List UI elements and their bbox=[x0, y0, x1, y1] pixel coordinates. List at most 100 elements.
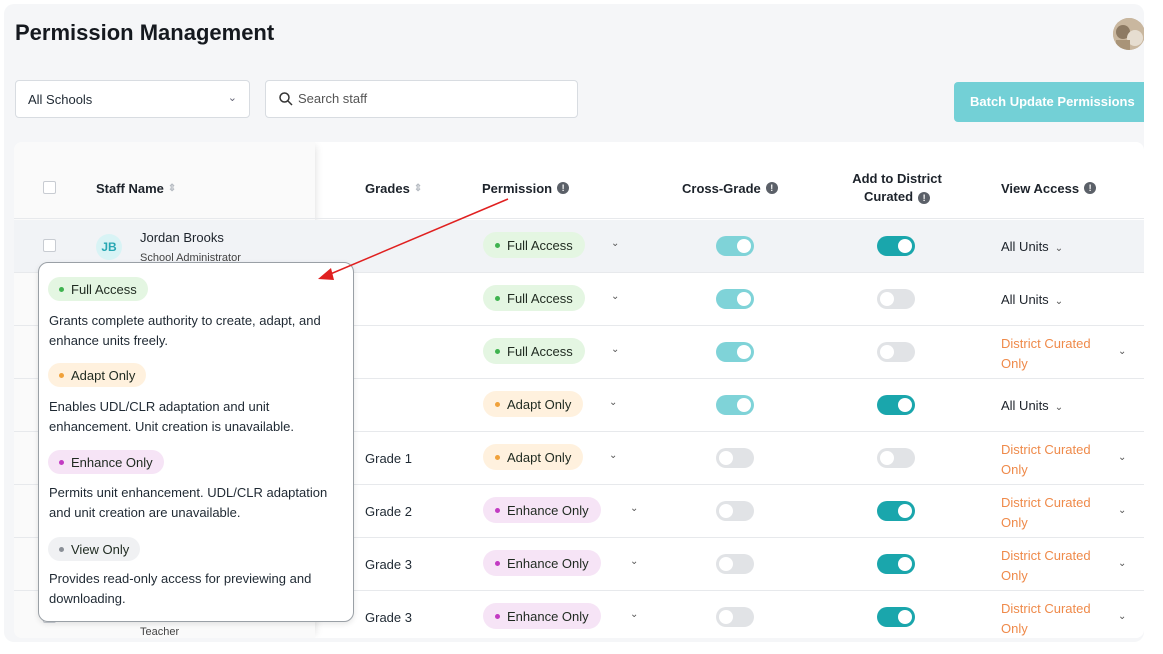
chevron-down-icon: ⌄ bbox=[1054, 402, 1064, 413]
grade-value: Grade 3 bbox=[365, 610, 412, 625]
info-icon[interactable]: ! bbox=[557, 182, 570, 194]
toggle-knob bbox=[719, 557, 733, 571]
cross-grade-toggle[interactable] bbox=[716, 236, 754, 256]
district-curated-toggle[interactable] bbox=[877, 448, 915, 468]
permission-select[interactable]: Adapt Only bbox=[483, 391, 584, 417]
cross-grade-toggle[interactable] bbox=[716, 607, 754, 627]
chevron-down-icon[interactable]: ⌄ bbox=[1118, 346, 1126, 357]
toggle-knob bbox=[898, 504, 912, 518]
popover-pill-full-access: Full Access bbox=[48, 277, 148, 301]
toggle-knob bbox=[880, 345, 894, 359]
avatar[interactable] bbox=[1113, 18, 1144, 50]
view-access-select[interactable]: All Units ⌄ bbox=[1001, 239, 1063, 254]
chevron-down-icon: ⌄ bbox=[1054, 296, 1064, 307]
sort-icon[interactable]: ⇕ bbox=[414, 183, 422, 194]
toggle-knob bbox=[737, 239, 751, 253]
district-curated-toggle[interactable] bbox=[877, 289, 915, 309]
staff-name: Jordan Brooks bbox=[140, 230, 224, 245]
view-access-select[interactable]: District Curated Only bbox=[1001, 440, 1113, 480]
permission-select[interactable]: Enhance Only bbox=[483, 497, 601, 523]
permission-select[interactable]: Enhance Only bbox=[483, 550, 601, 576]
district-curated-toggle[interactable] bbox=[877, 236, 915, 256]
chevron-down-icon[interactable]: ⌄ bbox=[611, 238, 619, 249]
search-input[interactable]: Search staff bbox=[265, 80, 578, 118]
table-header: Staff Name ⇕ Grades ⇕ Permission ! Cross… bbox=[14, 157, 1144, 219]
grade-value: Grade 2 bbox=[365, 504, 412, 519]
chevron-down-icon[interactable]: ⌄ bbox=[611, 291, 619, 302]
toggle-knob bbox=[880, 292, 894, 306]
col-permission-label: Permission bbox=[482, 180, 553, 196]
col-add-to-district: Add to District Curated! bbox=[844, 157, 950, 219]
view-access-select[interactable]: District Curated Only bbox=[1001, 599, 1113, 638]
status-dot bbox=[495, 455, 500, 461]
district-curated-toggle[interactable] bbox=[877, 395, 915, 415]
cross-grade-toggle[interactable] bbox=[716, 395, 754, 415]
chevron-down-icon[interactable]: ⌄ bbox=[630, 503, 638, 514]
permission-label: Enhance Only bbox=[507, 609, 589, 624]
district-curated-toggle[interactable] bbox=[877, 607, 915, 627]
view-access-label: All Units bbox=[1001, 239, 1049, 254]
permission-select[interactable]: Full Access bbox=[483, 338, 585, 364]
chevron-down-icon[interactable]: ⌄ bbox=[1118, 505, 1126, 516]
sort-icon[interactable]: ⇕ bbox=[168, 183, 176, 194]
select-all-checkbox[interactable] bbox=[43, 181, 56, 194]
info-icon[interactable]: ! bbox=[1084, 182, 1097, 194]
toggle-knob bbox=[719, 504, 733, 518]
status-dot bbox=[495, 508, 500, 514]
popover-label: Enhance Only bbox=[71, 455, 153, 470]
permission-label: Adapt Only bbox=[507, 397, 572, 412]
col-staff-name[interactable]: Staff Name ⇕ bbox=[96, 157, 176, 219]
col-grades[interactable]: Grades ⇕ bbox=[365, 157, 422, 219]
col-cross-grade: Cross-Grade ! bbox=[682, 157, 778, 219]
status-dot bbox=[59, 460, 64, 466]
popover-label: View Only bbox=[71, 542, 130, 557]
chevron-down-icon[interactable]: ⌄ bbox=[630, 609, 638, 620]
permission-select[interactable]: Enhance Only bbox=[483, 603, 601, 629]
district-curated-toggle[interactable] bbox=[877, 554, 915, 574]
popover-description: Permits unit enhancement. UDL/CLR adapta… bbox=[49, 485, 328, 520]
view-access-select[interactable]: District Curated Only bbox=[1001, 546, 1113, 586]
toggle-knob bbox=[898, 398, 912, 412]
chevron-down-icon: ⌄ bbox=[1054, 243, 1064, 254]
col-staff-name-label: Staff Name bbox=[96, 180, 164, 196]
chevron-down-icon[interactable]: ⌄ bbox=[1118, 558, 1126, 569]
chevron-down-icon[interactable]: ⌄ bbox=[609, 450, 617, 461]
page-title: Permission Management bbox=[15, 20, 275, 45]
batch-update-button[interactable]: Batch Update Permissions bbox=[954, 82, 1144, 122]
permission-select[interactable]: Full Access bbox=[483, 285, 585, 311]
toggle-knob bbox=[719, 610, 733, 624]
chevron-down-icon[interactable]: ⌄ bbox=[611, 344, 619, 355]
chevron-down-icon[interactable]: ⌄ bbox=[1118, 611, 1126, 622]
cross-grade-toggle[interactable] bbox=[716, 501, 754, 521]
cross-grade-toggle[interactable] bbox=[716, 448, 754, 468]
chevron-down-icon[interactable]: ⌄ bbox=[630, 556, 638, 567]
info-icon[interactable]: ! bbox=[918, 192, 931, 204]
district-curated-toggle[interactable] bbox=[877, 501, 915, 521]
view-access-select[interactable]: All Units ⌄ bbox=[1001, 292, 1063, 307]
cross-grade-toggle[interactable] bbox=[716, 289, 754, 309]
avatar-initials: JB bbox=[96, 234, 122, 260]
popover-label: Adapt Only bbox=[71, 368, 136, 383]
chevron-down-icon[interactable]: ⌄ bbox=[609, 397, 617, 408]
view-access-select[interactable]: District Curated Only bbox=[1001, 493, 1113, 533]
row-checkbox[interactable] bbox=[43, 239, 56, 252]
view-access-select[interactable]: District Curated Only bbox=[1001, 334, 1113, 374]
permission-select[interactable]: Adapt Only bbox=[483, 444, 584, 470]
status-dot bbox=[495, 561, 500, 567]
info-icon[interactable]: ! bbox=[765, 182, 778, 194]
district-curated-toggle[interactable] bbox=[877, 342, 915, 362]
toggle-knob bbox=[898, 239, 912, 253]
chevron-down-icon[interactable]: ⌄ bbox=[1118, 452, 1126, 463]
grade-value: Grade 1 bbox=[365, 451, 412, 466]
col-add-to-district-label-1: Add to District bbox=[852, 171, 942, 186]
permission-select[interactable]: Full Access bbox=[483, 232, 585, 258]
cross-grade-toggle[interactable] bbox=[716, 554, 754, 574]
view-access-select[interactable]: All Units ⌄ bbox=[1001, 398, 1063, 413]
school-select[interactable]: All Schools ⌄ bbox=[15, 80, 250, 118]
toggle-knob bbox=[880, 451, 894, 465]
toggle-knob bbox=[737, 345, 751, 359]
cross-grade-toggle[interactable] bbox=[716, 342, 754, 362]
staff-role: Teacher bbox=[140, 626, 180, 638]
popover-pill-view-only: View Only bbox=[48, 537, 141, 561]
popover-description: Grants complete authority to create, ada… bbox=[49, 313, 321, 348]
